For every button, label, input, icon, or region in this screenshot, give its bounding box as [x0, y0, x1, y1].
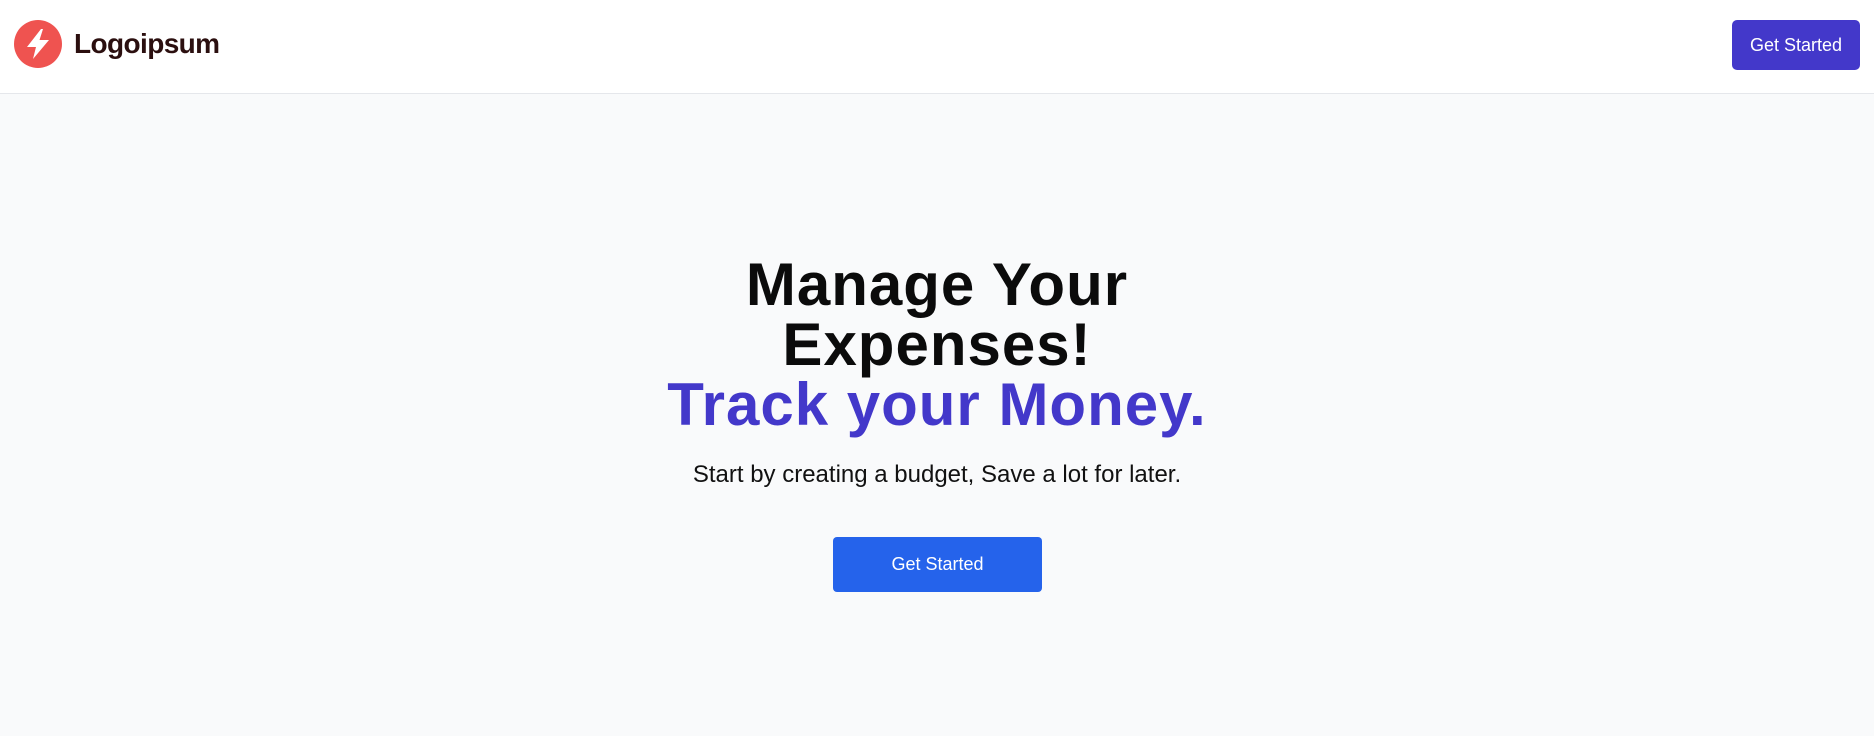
hero-title-line-1: Manage Your	[745, 251, 1129, 318]
hero-subtitle: Start by creating a budget, Save a lot f…	[692, 461, 1182, 488]
logo-text: Logoipsum	[74, 28, 220, 59]
hero-title-accent: Track your Money.	[667, 371, 1207, 438]
get-started-button-hero[interactable]: Get Started	[833, 537, 1042, 592]
top-navbar: Logoipsum Get Started	[0, 0, 1874, 94]
logo[interactable]: Logoipsum	[14, 20, 220, 68]
get-started-button-header[interactable]: Get Started	[1732, 20, 1860, 70]
hero-section: Manage Your Expenses! Track your Money. …	[0, 94, 1874, 736]
hero-title: Manage Your Expenses! Track your Money.	[0, 255, 1874, 435]
hero-title-line-2: Expenses!	[782, 311, 1092, 378]
lightning-bolt-icon	[14, 20, 62, 68]
